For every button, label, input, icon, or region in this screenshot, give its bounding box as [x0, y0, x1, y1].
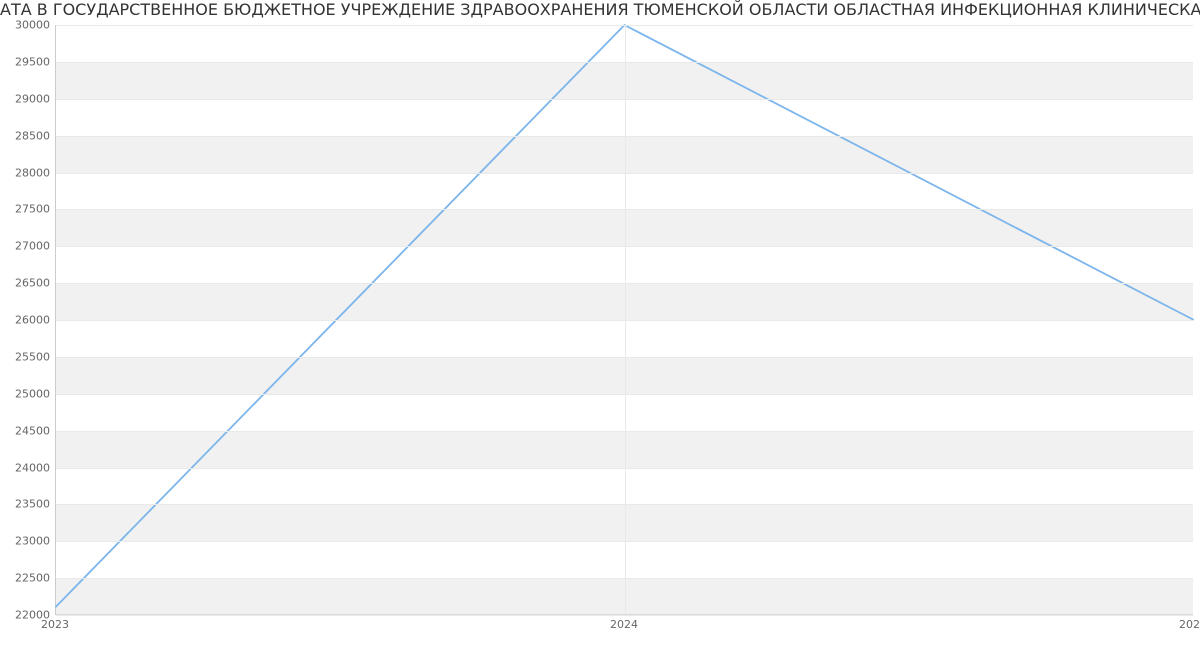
y-tick-label: 28500 [2, 129, 50, 142]
y-tick-label: 30000 [2, 19, 50, 32]
chart-container: АТА В ГОСУДАРСТВЕННОЕ БЮДЖЕТНОЕ УЧРЕЖДЕН… [0, 0, 1200, 650]
y-tick-label: 22500 [2, 572, 50, 585]
y-tick-label: 29000 [2, 92, 50, 105]
y-tick-label: 28000 [2, 166, 50, 179]
y-tick-label: 26500 [2, 277, 50, 290]
x-tick-label: 2023 [41, 618, 69, 631]
y-tick-label: 24000 [2, 461, 50, 474]
y-tick-label: 23500 [2, 498, 50, 511]
y-tick-label: 27500 [2, 203, 50, 216]
y-tick-label: 25500 [2, 350, 50, 363]
y-gridline [56, 615, 1193, 616]
y-tick-label: 24500 [2, 424, 50, 437]
x-tick-label: 2024 [610, 618, 638, 631]
y-tick-label: 27000 [2, 240, 50, 253]
y-tick-label: 25000 [2, 387, 50, 400]
plot-area [55, 25, 1193, 615]
x-tick-label: 2025 [1179, 618, 1200, 631]
y-tick-label: 29500 [2, 55, 50, 68]
y-tick-label: 26000 [2, 314, 50, 327]
y-tick-label: 23000 [2, 535, 50, 548]
x-gridline [625, 25, 626, 614]
chart-title: АТА В ГОСУДАРСТВЕННОЕ БЮДЖЕТНОЕ УЧРЕЖДЕН… [0, 0, 1200, 19]
